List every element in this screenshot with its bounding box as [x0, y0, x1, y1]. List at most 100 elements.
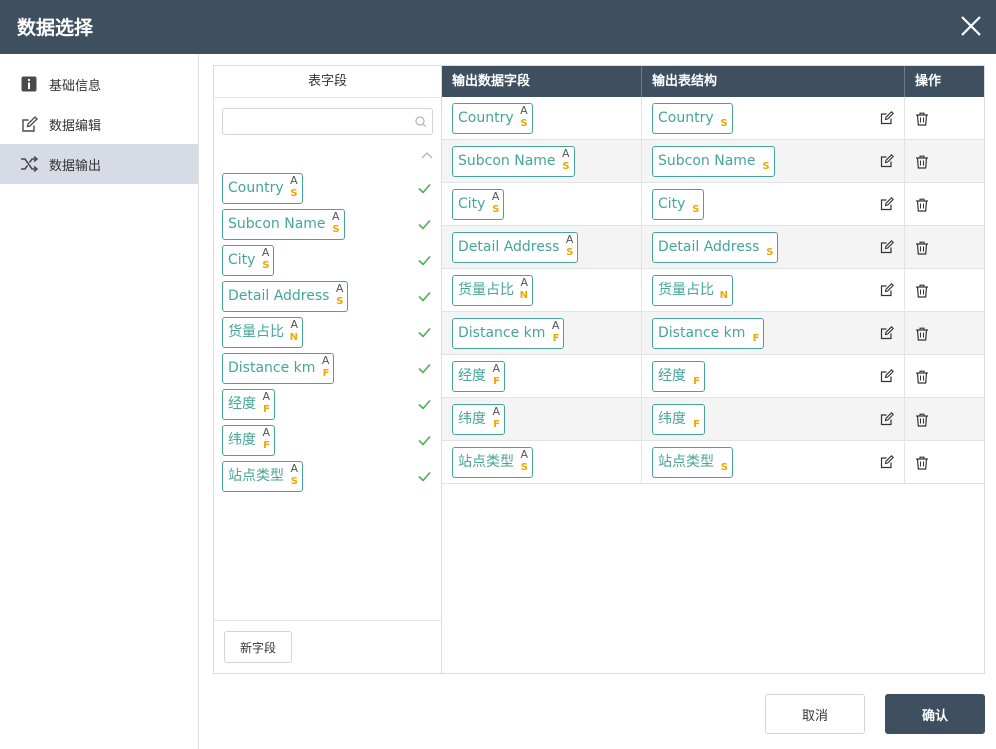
output-tag[interactable]: Distance km F	[652, 318, 765, 349]
output-structure-cell: 纬度 F	[642, 398, 905, 440]
output-field-cell: 经度 A F	[442, 355, 642, 397]
output-tag[interactable]: 纬度 F	[652, 404, 705, 435]
edit-icon[interactable]	[880, 455, 894, 469]
field-tag[interactable]: 货量占比 A N	[222, 317, 303, 348]
field-tag[interactable]: 纬度 A F	[222, 425, 275, 456]
output-tag[interactable]: 货量占比 N	[652, 275, 733, 306]
edit-icon[interactable]	[880, 283, 894, 297]
trash-icon[interactable]	[915, 241, 929, 255]
edit-icon[interactable]	[880, 412, 894, 426]
search-icon	[415, 116, 427, 128]
trash-icon[interactable]	[915, 112, 929, 126]
column-header-output-field: 输出数据字段	[442, 66, 642, 97]
edit-icon[interactable]	[880, 154, 894, 168]
check-icon	[418, 291, 431, 302]
output-structure-cell: Detail Address S	[642, 226, 905, 268]
check-icon	[418, 435, 431, 446]
list-item: Distance km A F	[222, 353, 436, 385]
trash-icon[interactable]	[915, 284, 929, 298]
edit-icon[interactable]	[880, 197, 894, 211]
list-item: 纬度 A F	[222, 425, 436, 457]
sidebar-item-data-edit[interactable]: 数据编辑	[0, 104, 198, 144]
output-field-cell: 纬度 A F	[442, 398, 642, 440]
field-tag[interactable]: 经度 A F	[222, 389, 275, 420]
close-icon[interactable]	[958, 13, 984, 39]
confirm-button[interactable]: 确认	[885, 694, 985, 734]
field-tag[interactable]: 经度 A F	[452, 361, 505, 392]
field-tag[interactable]: Detail Address A S	[452, 232, 579, 263]
new-field-button[interactable]: 新字段	[224, 631, 292, 663]
output-tag[interactable]: Country S	[652, 103, 733, 134]
field-tag[interactable]: Distance km A F	[222, 353, 335, 384]
sidebar-item-data-output[interactable]: 数据输出	[0, 144, 198, 184]
check-icon	[418, 363, 431, 374]
list-item: Detail Address A S	[222, 281, 436, 313]
check-icon	[418, 255, 431, 266]
list-item: 货量占比 A N	[222, 317, 436, 349]
cancel-button[interactable]: 取消	[765, 694, 865, 734]
table-row: 经度 A F 经度 F	[442, 355, 984, 398]
field-tag[interactable]: City A S	[452, 189, 505, 220]
output-structure-cell: 货量占比 N	[642, 269, 905, 311]
actions-cell	[905, 355, 984, 397]
output-structure-cell: Distance km F	[642, 312, 905, 354]
output-field-cell: City A S	[442, 183, 642, 225]
actions-cell	[905, 140, 984, 182]
list-item: City A S	[222, 245, 436, 277]
output-field-cell: Detail Address A S	[442, 226, 642, 268]
output-field-cell: Distance km A F	[442, 312, 642, 354]
output-field-cell: 货量占比 A N	[442, 269, 642, 311]
actions-cell	[905, 226, 984, 268]
search-input[interactable]	[223, 109, 432, 134]
list-item: Subcon Name A S	[222, 209, 436, 241]
field-tag[interactable]: Distance km A F	[452, 318, 565, 349]
output-tag[interactable]: 经度 F	[652, 361, 705, 392]
shuffle-icon	[20, 155, 38, 173]
field-tag[interactable]: 货量占比 A N	[452, 275, 533, 306]
field-tag[interactable]: Subcon Name A S	[222, 209, 345, 240]
output-tag[interactable]: Subcon Name S	[652, 146, 775, 177]
sidebar: 基础信息 数据编辑 数据输出	[0, 54, 199, 749]
table-header: 输出数据字段 输出表结构 操作	[442, 66, 984, 97]
field-tag[interactable]: 纬度 A F	[452, 404, 505, 435]
edit-icon	[20, 115, 38, 133]
trash-icon[interactable]	[915, 198, 929, 212]
actions-cell	[905, 441, 984, 483]
table-row: 站点类型 A S 站点类型 S	[442, 441, 984, 484]
output-tag[interactable]: City S	[652, 189, 705, 220]
sidebar-item-label: 数据输出	[49, 158, 102, 174]
field-tag[interactable]: Detail Address A S	[222, 281, 349, 312]
output-structure-cell: 经度 F	[642, 355, 905, 397]
edit-icon[interactable]	[880, 240, 894, 254]
trash-icon[interactable]	[915, 370, 929, 384]
check-icon	[418, 471, 431, 482]
trash-icon[interactable]	[915, 413, 929, 427]
output-table: 输出数据字段 输出表结构 操作 Country A S Country S Su…	[442, 66, 984, 673]
output-structure-cell: Country S	[642, 97, 905, 139]
output-tag[interactable]: Detail Address S	[652, 232, 779, 263]
column-header-output-structure: 输出表结构	[642, 66, 905, 97]
edit-icon[interactable]	[880, 326, 894, 340]
edit-icon[interactable]	[880, 111, 894, 125]
table-fields-header: 表字段	[214, 66, 441, 98]
sidebar-item-label: 基础信息	[49, 78, 102, 94]
field-tag[interactable]: Country A S	[452, 103, 533, 134]
output-field-cell: 站点类型 A S	[442, 441, 642, 483]
field-tag[interactable]: 站点类型 A S	[222, 461, 303, 492]
chevron-up-icon[interactable]	[420, 150, 434, 160]
sidebar-item-basic-info[interactable]: 基础信息	[0, 64, 198, 104]
field-tag[interactable]: City A S	[222, 245, 275, 276]
output-tag[interactable]: 站点类型 S	[652, 447, 733, 478]
trash-icon[interactable]	[915, 155, 929, 169]
actions-cell	[905, 312, 984, 354]
output-structure-cell: City S	[642, 183, 905, 225]
edit-icon[interactable]	[880, 369, 894, 383]
table-row: Detail Address A S Detail Address S	[442, 226, 984, 269]
field-tag[interactable]: Subcon Name A S	[452, 146, 575, 177]
trash-icon[interactable]	[915, 456, 929, 470]
trash-icon[interactable]	[915, 327, 929, 341]
field-tag[interactable]: Country A S	[222, 173, 303, 204]
field-tag[interactable]: 站点类型 A S	[452, 447, 533, 478]
check-icon	[418, 219, 431, 230]
table-row: City A S City S	[442, 183, 984, 226]
